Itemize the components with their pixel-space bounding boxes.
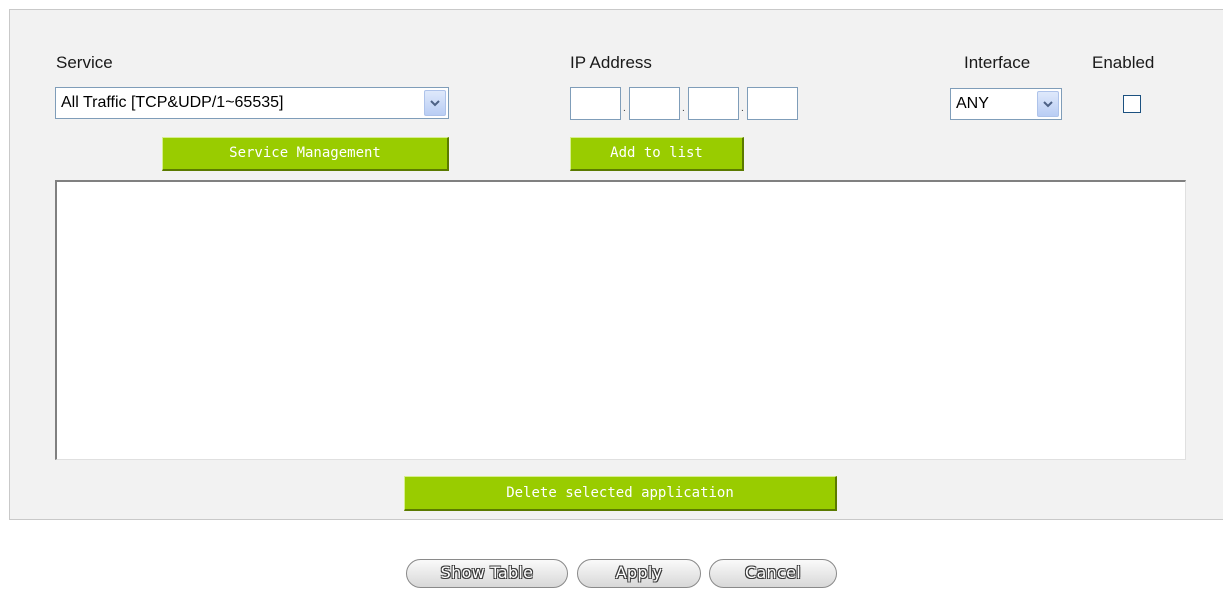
service-select[interactable]: All Traffic [TCP&UDP/1~65535]: [55, 87, 449, 119]
service-select-value: All Traffic [TCP&UDP/1~65535]: [61, 94, 284, 111]
ip-dot-separator: .: [682, 103, 685, 114]
service-management-button[interactable]: Service Management: [162, 137, 449, 171]
ip-octet-1-input[interactable]: [570, 87, 621, 120]
ip-octet-3-input[interactable]: [688, 87, 739, 120]
enabled-label: Enabled: [1092, 53, 1155, 72]
ip-octet-2-input[interactable]: [629, 87, 680, 120]
apply-button[interactable]: Apply: [577, 559, 701, 588]
ip-octet-4-input[interactable]: [747, 87, 798, 120]
chevron-down-icon[interactable]: [1037, 91, 1059, 117]
interface-select[interactable]: ANY: [950, 88, 1062, 120]
interface-select-value: ANY: [956, 95, 989, 112]
enabled-checkbox[interactable]: [1123, 95, 1141, 113]
chevron-down-icon[interactable]: [424, 90, 446, 116]
show-table-button[interactable]: Show Table: [406, 559, 568, 588]
cancel-button[interactable]: Cancel: [709, 559, 837, 588]
service-label: Service: [56, 53, 113, 72]
interface-label: Interface: [964, 53, 1031, 72]
delete-selected-button[interactable]: Delete selected application: [404, 476, 837, 511]
ip-address-label: IP Address: [570, 53, 652, 72]
ip-dot-separator: .: [623, 103, 626, 114]
application-list[interactable]: [55, 180, 1186, 460]
add-to-list-button[interactable]: Add to list: [570, 137, 744, 171]
ip-dot-separator: .: [741, 103, 744, 114]
